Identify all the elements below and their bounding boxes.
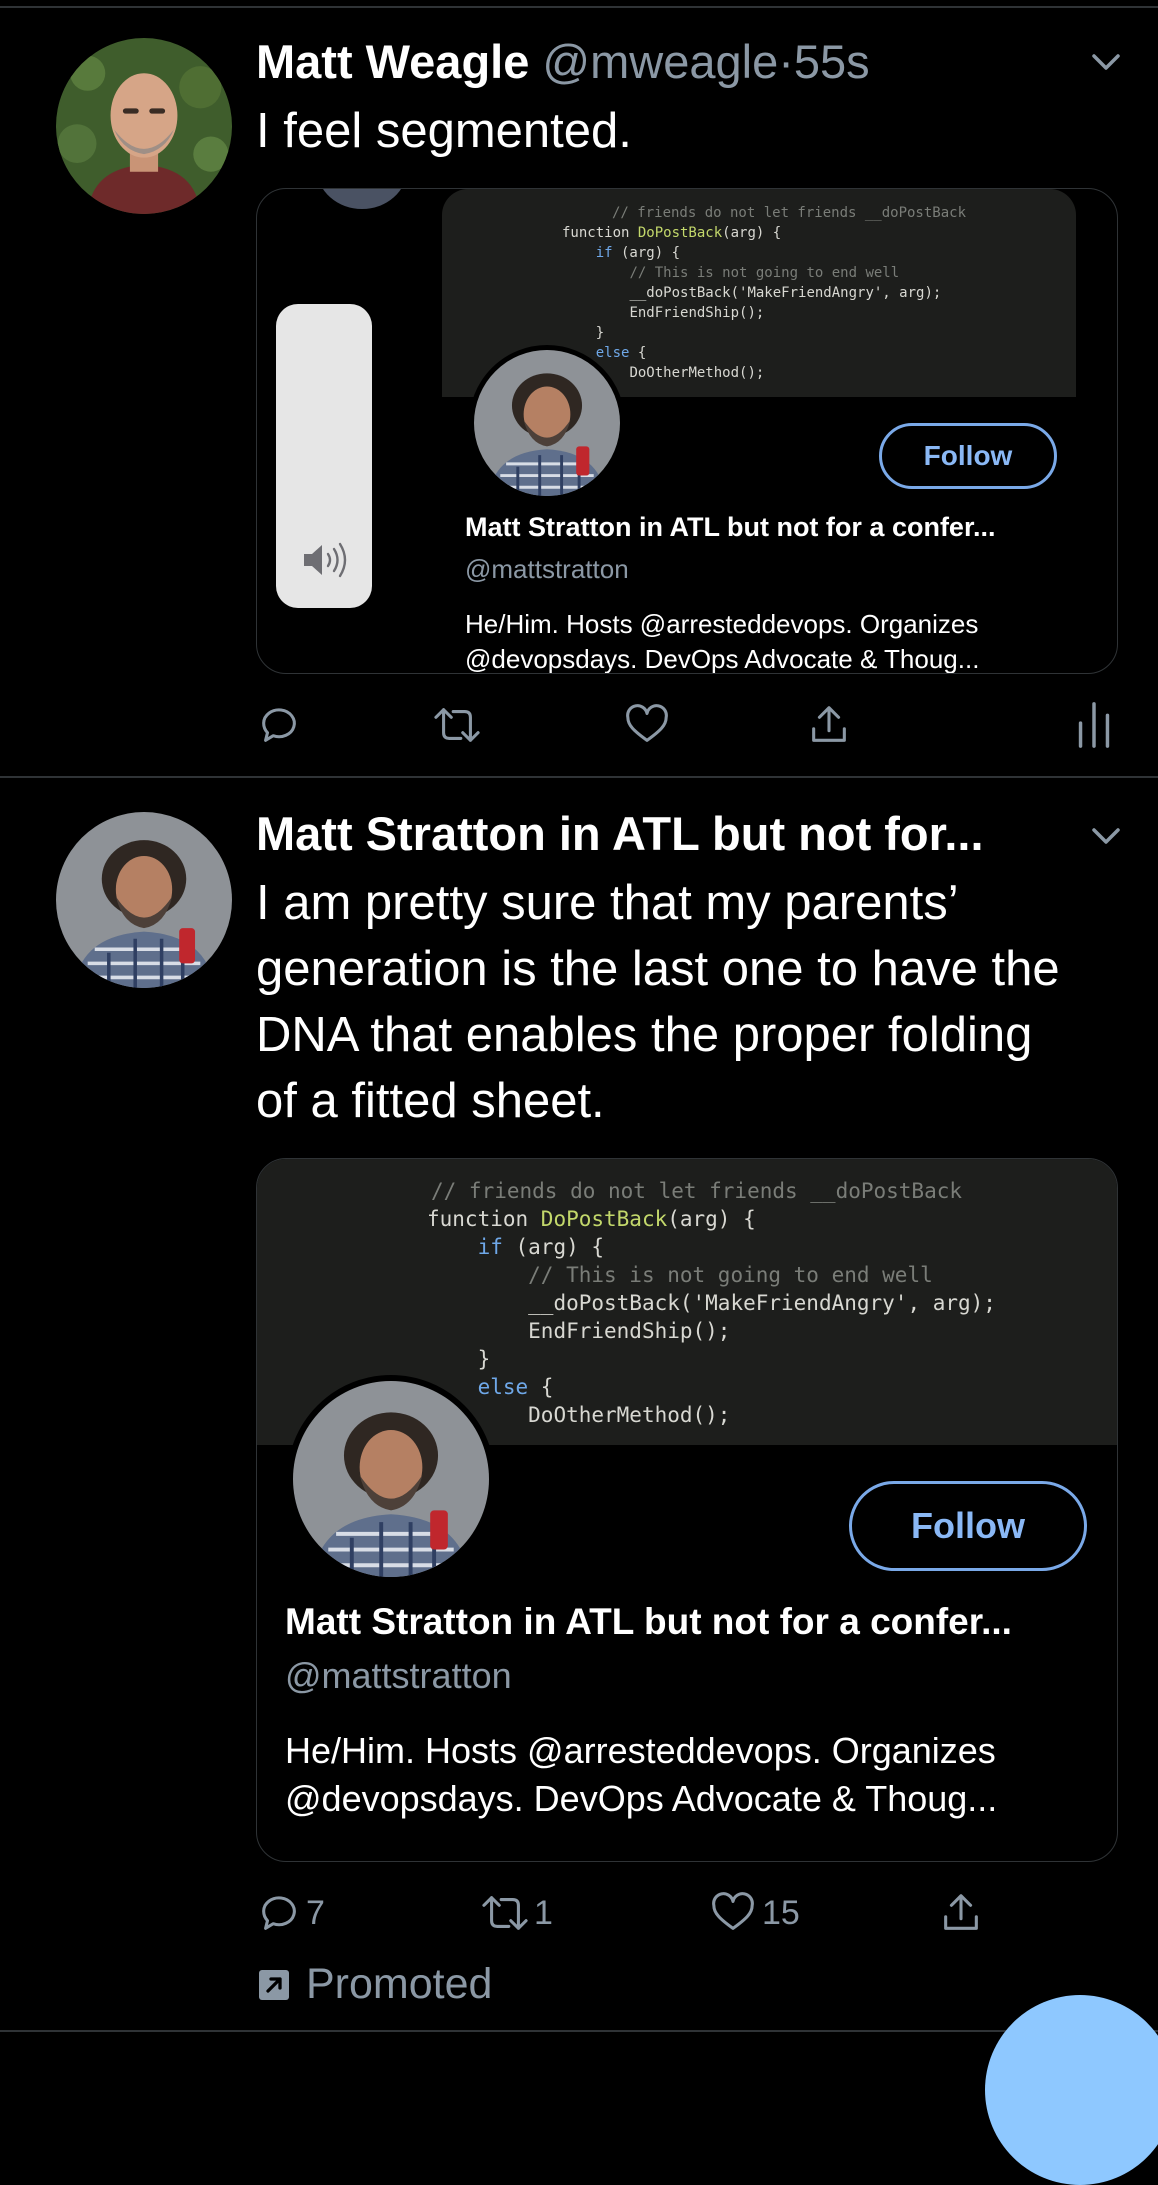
card-bio-line: He/Him. Hosts @arresteddevops. Organizes — [285, 1730, 996, 1771]
promoted-indicator[interactable]: Promoted — [256, 1960, 492, 2009]
analytics-button[interactable] — [1076, 700, 1112, 750]
author-avatar[interactable] — [56, 812, 232, 988]
tweet-time[interactable]: 55s — [794, 35, 870, 88]
tweet-text: I am pretty sure that my parents’ genera… — [256, 870, 1126, 1134]
promoted-icon — [259, 1969, 289, 2000]
card-handle[interactable]: @mattstratton — [465, 554, 629, 585]
profile-card[interactable]: // friends do not let friends __doPostBa… — [256, 1158, 1118, 1862]
tweet[interactable]: Matt Weagle @mweagle·55s I feel segmente… — [0, 0, 1158, 778]
card-avatar[interactable] — [469, 345, 625, 501]
reply-button[interactable] — [256, 702, 302, 748]
share-button[interactable] — [938, 1890, 984, 1936]
retweet-icon — [482, 1896, 528, 1930]
author-name[interactable]: Matt Weagle — [256, 35, 529, 88]
speaker-icon — [304, 542, 347, 578]
tweet-text-line: I am pretty sure that my parents’ — [256, 876, 959, 930]
card-bio: He/Him. Hosts @arresteddevops. Organizes… — [465, 607, 980, 674]
share-icon — [812, 706, 846, 742]
tweet-text: I feel segmented. — [256, 104, 632, 158]
tweet-text-line: DNA that enables the proper folding — [256, 1008, 1033, 1062]
retweet-button[interactable] — [432, 702, 482, 748]
tweet-divider — [0, 2030, 1158, 2032]
card-handle[interactable]: @mattstratton — [285, 1655, 512, 1697]
author-avatar[interactable] — [56, 38, 232, 214]
like-button[interactable] — [624, 702, 670, 748]
card-bio: He/Him. Hosts @arresteddevops. Organizes… — [285, 1727, 997, 1823]
like-button[interactable]: 15 — [710, 1890, 800, 1936]
share-icon — [944, 1894, 978, 1930]
profile-card[interactable]: // friends do not let friends __doPostBa… — [256, 188, 1118, 674]
chevron-down-icon[interactable] — [1088, 818, 1124, 854]
tweet-header: Matt Stratton in ATL but not for... — [256, 806, 984, 861]
partial-avatar — [317, 189, 407, 209]
heart-icon — [626, 704, 668, 742]
author-handle[interactable]: @mweagle — [542, 35, 778, 88]
card-name[interactable]: Matt Stratton in ATL but not for a confe… — [285, 1601, 1012, 1643]
share-button[interactable] — [806, 702, 852, 748]
card-bio-line: He/Him. Hosts @arresteddevops. Organizes — [465, 609, 979, 639]
follow-button[interactable]: Follow — [849, 1481, 1087, 1571]
card-avatar[interactable] — [287, 1375, 495, 1583]
tweet-header: Matt Weagle @mweagle·55s — [256, 34, 870, 89]
card-name[interactable]: Matt Stratton in ATL but not for a confe… — [465, 512, 995, 543]
chevron-down-icon[interactable] — [1088, 44, 1124, 80]
analytics-icon — [1078, 702, 1110, 748]
author-name[interactable]: Matt Stratton in ATL but not for... — [256, 807, 984, 860]
retweet-icon — [434, 708, 480, 742]
retweet-button[interactable]: 1 — [480, 1890, 553, 1936]
retweet-count: 1 — [534, 1893, 553, 1932]
card-bio-line: @devopsdays. DevOps Advocate & Thoug... — [465, 644, 980, 674]
dot-separator: · — [778, 35, 794, 88]
heart-icon — [712, 1892, 754, 1930]
compose-fab-button[interactable] — [985, 1995, 1158, 2185]
card-bio-line: @devopsdays. DevOps Advocate & Thoug... — [285, 1778, 998, 1819]
reply-button[interactable]: 7 — [256, 1890, 325, 1936]
volume-indicator — [276, 304, 372, 608]
reply-count: 7 — [306, 1893, 325, 1932]
tweet-text-line: generation is the last one to have the — [256, 942, 1060, 996]
reply-icon — [262, 1896, 296, 1930]
like-count: 15 — [762, 1893, 800, 1932]
tweet-divider — [0, 776, 1158, 778]
follow-button[interactable]: Follow — [879, 423, 1057, 489]
tweet-text-line: of a fitted sheet. — [256, 1074, 605, 1128]
reply-icon — [262, 708, 296, 742]
promoted-label: Promoted — [306, 1960, 493, 2008]
